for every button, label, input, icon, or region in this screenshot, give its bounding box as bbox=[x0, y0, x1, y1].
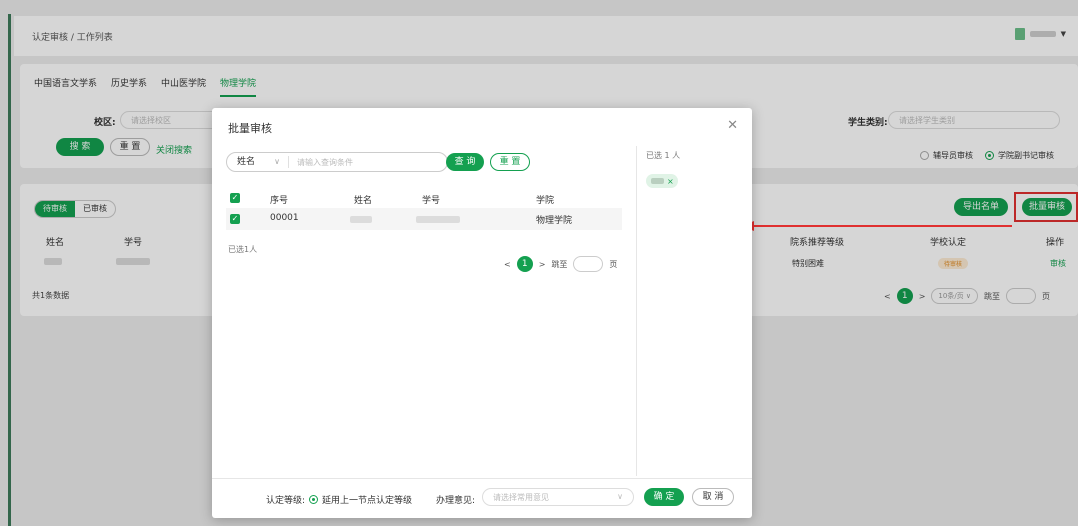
red-arrow-annotation bbox=[742, 221, 1012, 231]
close-icon[interactable]: ✕ bbox=[727, 118, 738, 133]
dialog-pager: < 1 > 跳至 页 bbox=[504, 256, 617, 272]
dialog-title: 批量审核 bbox=[228, 122, 272, 135]
opinion-placeholder: 请选择常用意见 bbox=[493, 493, 549, 502]
dialog-search-bar: 姓名 ∨ 请输入查询条件 bbox=[226, 152, 448, 172]
level-label: 认定等级: bbox=[266, 496, 306, 506]
level-radio-inherit[interactable] bbox=[309, 495, 319, 504]
dialog-table-header: ✓ 序号 姓名 学号 学院 bbox=[226, 188, 622, 208]
search-field-select[interactable]: 姓名 ∨ bbox=[227, 156, 289, 168]
row-checkbox[interactable]: ✓ bbox=[230, 214, 240, 224]
selected-count-right: 已选 1 人 bbox=[646, 151, 681, 160]
opinion-select[interactable]: 请选择常用意见 ∨ bbox=[482, 488, 634, 506]
prev-page-icon[interactable]: < bbox=[504, 260, 511, 269]
col-index: 序号 bbox=[270, 196, 289, 206]
dialog-reset-button[interactable]: 重 置 bbox=[490, 153, 530, 171]
opinion-label: 办理意见: bbox=[436, 496, 476, 506]
confirm-button[interactable]: 确 定 bbox=[644, 488, 684, 506]
chevron-down-icon: ∨ bbox=[617, 492, 623, 501]
row-college: 物理学院 bbox=[536, 216, 573, 226]
chevron-down-icon: ∨ bbox=[274, 157, 280, 166]
cancel-button[interactable]: 取 消 bbox=[692, 488, 734, 506]
selected-panel: 已选 1 人 × bbox=[644, 148, 744, 468]
col-dialog-name: 姓名 bbox=[354, 196, 373, 206]
selected-chip: × bbox=[646, 174, 678, 188]
search-field-value: 姓名 bbox=[237, 157, 256, 167]
goto-label: 跳至 bbox=[551, 259, 568, 269]
remove-chip-icon[interactable]: × bbox=[667, 177, 674, 186]
level-radio-group: 认定等级: 延用上一节点认定等级 bbox=[266, 493, 412, 506]
dialog-footer: 认定等级: 延用上一节点认定等级 办理意见: 请选择常用意见 ∨ 确 定 取 消 bbox=[212, 478, 752, 518]
level-option-label: 延用上一节点认定等级 bbox=[322, 496, 413, 506]
chip-name-redacted bbox=[651, 178, 664, 184]
row-id-redacted bbox=[416, 216, 460, 223]
table-row[interactable]: ✓ 00001 物理学院 bbox=[226, 208, 622, 230]
page-unit-label: 页 bbox=[609, 259, 618, 269]
row-index: 00001 bbox=[270, 213, 299, 223]
row-name-redacted bbox=[350, 216, 372, 223]
batch-audit-dialog: 批量审核 ✕ 姓名 ∨ 请输入查询条件 查 询 重 置 ✓ 序号 姓名 学号 学… bbox=[212, 108, 752, 518]
col-dialog-college: 学院 bbox=[536, 196, 555, 206]
dialog-goto-input[interactable] bbox=[573, 256, 604, 272]
col-dialog-id: 学号 bbox=[422, 196, 441, 206]
dialog-page-current[interactable]: 1 bbox=[516, 256, 533, 272]
query-button[interactable]: 查 询 bbox=[446, 153, 484, 171]
select-all-checkbox[interactable]: ✓ bbox=[230, 193, 240, 203]
search-input[interactable]: 请输入查询条件 bbox=[289, 157, 353, 168]
next-page-icon[interactable]: > bbox=[539, 260, 546, 269]
dialog-divider bbox=[636, 146, 637, 476]
dialog-main-panel: 姓名 ∨ 请输入查询条件 查 询 重 置 ✓ 序号 姓名 学号 学院 ✓ 000… bbox=[212, 148, 636, 478]
selected-count-left: 已选1人 bbox=[228, 245, 258, 254]
